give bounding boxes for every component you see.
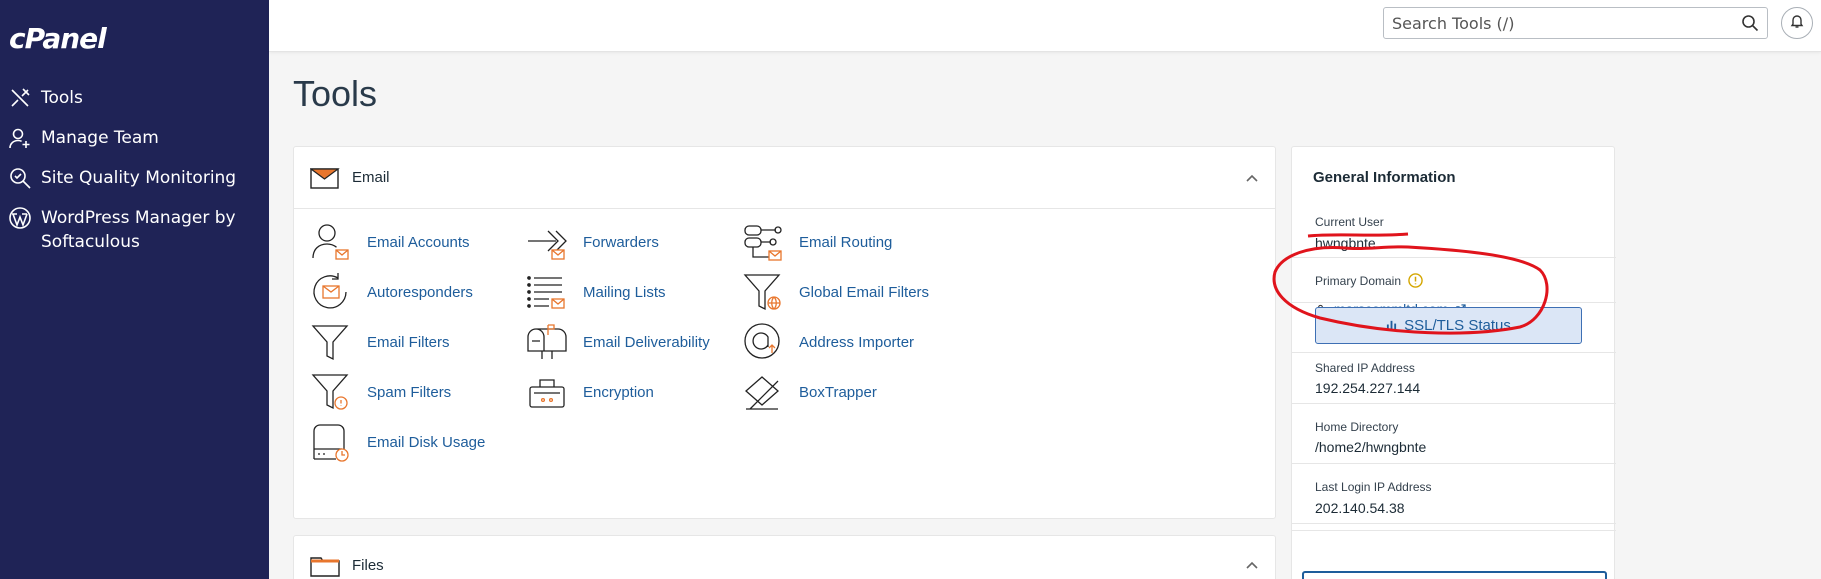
tool-global-email-filters[interactable]: Global Email Filters [742,271,929,313]
general-information-panel: General Information Current User hwngbnt… [1291,146,1616,579]
tool-email-filters[interactable]: Email Filters [310,321,450,363]
top-bar [269,0,1821,52]
user-plus-icon [8,126,32,150]
tool-label: Email Routing [799,233,893,251]
magnifier-check-icon [8,166,32,190]
shared-ip-value: 192.254.227.144 [1315,380,1421,396]
panel-title: General Information [1313,169,1456,186]
search-box [1383,7,1768,39]
section-title: Email [352,169,390,186]
mailing-lists-icon [526,271,568,313]
sidebar-item-label: Tools [41,88,83,108]
bar-chart-icon [1386,317,1397,334]
files-section: Files [293,535,1276,579]
mailbox-icon [526,321,568,363]
tool-forwarders[interactable]: Forwarders [526,221,659,263]
sidebar-item-site-quality[interactable]: Site Quality Monitoring [0,166,269,190]
tool-mailing-lists[interactable]: Mailing Lists [526,271,666,313]
page-title: Tools [293,73,378,114]
ssl-tls-status-label: SSL/TLS Status [1404,317,1511,334]
search-icon[interactable] [1741,14,1759,32]
tool-label: Autoresponders [367,283,473,301]
tool-email-deliverability[interactable]: Email Deliverability [526,321,710,363]
sidebar: cPanel Tools Manage Team Site Quality Mo… [0,0,269,579]
tool-encryption[interactable]: Encryption [526,371,654,413]
ssl-tls-status-button[interactable]: SSL/TLS Status [1315,307,1582,344]
current-user-value: hwngbnte [1315,235,1376,251]
global-filter-icon [742,271,784,313]
sidebar-item-label: Site Quality Monitoring [41,168,237,188]
notifications-button[interactable] [1781,7,1813,39]
section-title: Files [352,556,384,574]
tool-label: Encryption [583,383,654,401]
last-login-row: Last Login IP Address 202.140.54.38 [1292,464,1616,524]
tool-email-disk-usage[interactable]: Email Disk Usage [310,421,485,463]
tool-label: Email Accounts [367,233,470,251]
tool-label: Email Deliverability [583,333,710,351]
tool-email-routing[interactable]: Email Routing [742,221,892,263]
tools-icon [8,86,32,110]
chevron-up-icon[interactable] [1243,556,1261,574]
home-directory-row: Home Directory /home2/hwngbnte [1292,404,1616,464]
spam-filter-icon [310,371,352,413]
email-section: Email Email Accounts Forwarders Email Ro… [293,146,1276,519]
boxtrapper-icon [742,371,784,413]
panel-bottom-button[interactable] [1302,571,1607,579]
tool-label: Email Filters [367,333,450,351]
last-login-value: 202.140.54.38 [1315,500,1405,516]
encryption-icon [526,371,568,413]
warning-icon[interactable] [1408,273,1424,291]
envelope-icon [309,166,340,190]
folder-icon [310,553,340,577]
tool-label: Spam Filters [367,383,452,401]
address-importer-icon [742,321,784,363]
search-input[interactable] [1384,8,1724,38]
tool-label: BoxTrapper [799,383,877,401]
primary-domain-label: Primary Domain [1315,273,1424,291]
sidebar-item-wordpress-manager[interactable]: WordPress Manager by Softaculous [0,206,269,254]
chevron-up-icon[interactable] [1243,169,1261,187]
autoresponders-icon [310,271,352,313]
email-routing-icon [742,221,784,263]
email-accounts-icon [310,221,352,263]
home-directory-label: Home Directory [1315,420,1399,434]
tool-boxtrapper[interactable]: BoxTrapper [742,371,877,413]
email-section-header[interactable]: Email [294,147,1275,209]
sidebar-nav: Tools Manage Team Site Quality Monitorin… [0,86,269,270]
tool-autoresponders[interactable]: Autoresponders [310,271,473,313]
forwarders-icon [526,221,568,263]
sidebar-item-label: Manage Team [41,128,159,148]
tool-label: Email Disk Usage [367,433,486,451]
files-section-header[interactable]: Files [294,536,1275,579]
tool-address-importer[interactable]: Address Importer [742,321,914,363]
home-directory-value: /home2/hwngbnte [1315,439,1427,455]
disk-usage-icon [310,421,352,463]
current-user-label: Current User [1315,215,1384,229]
wordpress-icon [8,206,32,230]
sidebar-item-manage-team[interactable]: Manage Team [0,126,269,150]
tool-label: Address Importer [799,333,915,351]
sidebar-item-tools[interactable]: Tools [0,86,269,110]
tool-label: Forwarders [583,233,659,251]
tool-email-accounts[interactable]: Email Accounts [310,221,470,263]
primary-domain-label-text: Primary Domain [1315,274,1402,288]
last-login-label: Last Login IP Address [1315,480,1432,494]
shared-ip-label: Shared IP Address [1315,361,1415,375]
shared-ip-row: Shared IP Address 192.254.227.144 [1292,352,1616,404]
tool-label: Global Email Filters [799,283,930,301]
tool-label: Mailing Lists [583,283,666,301]
tool-spam-filters[interactable]: Spam Filters [310,371,451,413]
bell-icon [1789,13,1805,33]
sidebar-item-label: WordPress Manager by Softaculous [41,208,236,252]
filter-icon [310,321,352,363]
cpanel-logo[interactable]: cPanel [9,22,107,55]
